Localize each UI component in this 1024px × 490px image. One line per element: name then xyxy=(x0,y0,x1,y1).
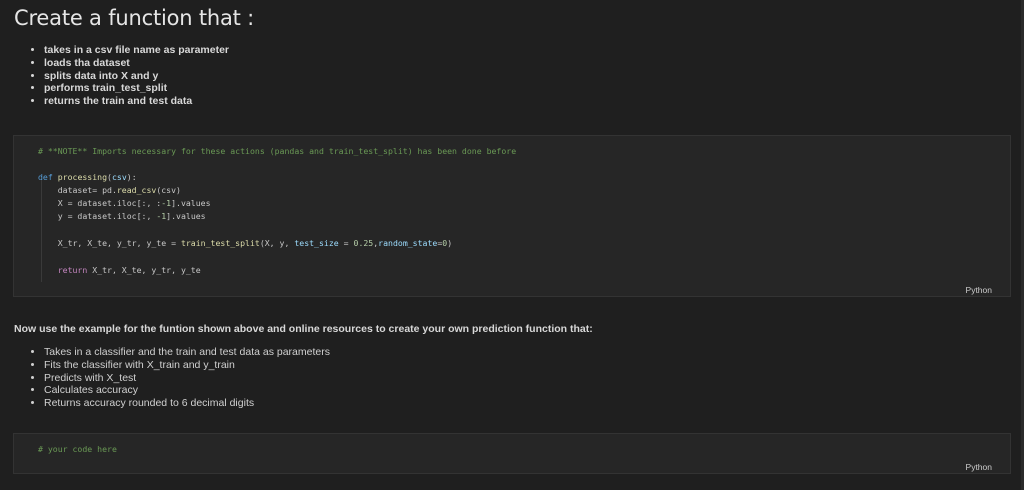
cell-language-label[interactable]: Python xyxy=(966,462,992,472)
markdown-cell-2[interactable]: Now use the example for the funtion show… xyxy=(14,323,1010,410)
list-item: Returns accuracy rounded to 6 decimal di… xyxy=(44,397,1010,410)
code-line-return: return X_tr, X_te, y_tr, y_te xyxy=(57,265,201,275)
list-item: splits data into X and y xyxy=(44,70,1010,83)
code-comment: # your code here xyxy=(38,444,117,454)
list-item: takes in a csv file name as parameter xyxy=(44,44,1010,57)
code-cell-2[interactable]: # your code here Python xyxy=(13,433,1011,474)
list-item: Fits the classifier with X_train and y_t… xyxy=(44,359,1010,372)
code-line-split: X_tr, X_te, y_tr, y_te = train_test_spli… xyxy=(38,238,453,248)
list-item: performs train_test_split xyxy=(44,82,1010,95)
code-line-dataset: dataset= pd.read_csv(csv) xyxy=(38,185,181,195)
instruction-paragraph: Now use the example for the funtion show… xyxy=(14,323,593,335)
cell-language-label[interactable]: Python xyxy=(966,285,992,295)
code-comment: # **NOTE** Imports necessary for these a… xyxy=(38,146,517,156)
code-line-y: y = dataset.iloc[:, -1].values xyxy=(38,211,206,221)
code-line-x: X = dataset.iloc[:, :-1].values xyxy=(38,198,211,208)
code-editor[interactable]: # your code here xyxy=(38,434,1000,464)
list-item: Calculates accuracy xyxy=(44,384,1010,397)
markdown-cell-1[interactable]: Create a function that : takes in a csv … xyxy=(14,6,1010,108)
task-list: Takes in a classifier and the train and … xyxy=(14,346,1010,410)
task-list: takes in a csv file name as parameter lo… xyxy=(14,44,1010,108)
list-item: loads tha dataset xyxy=(44,57,1010,70)
list-item: Predicts with X_test xyxy=(44,372,1010,385)
cell-heading: Create a function that : xyxy=(14,6,255,30)
code-line-def: def processing(csv): xyxy=(38,172,137,182)
list-item: Takes in a classifier and the train and … xyxy=(44,346,1010,359)
code-editor[interactable]: # **NOTE** Imports necessary for these a… xyxy=(38,136,1000,275)
list-item: returns the train and test data xyxy=(44,95,1010,108)
code-cell-1[interactable]: # **NOTE** Imports necessary for these a… xyxy=(13,135,1011,297)
